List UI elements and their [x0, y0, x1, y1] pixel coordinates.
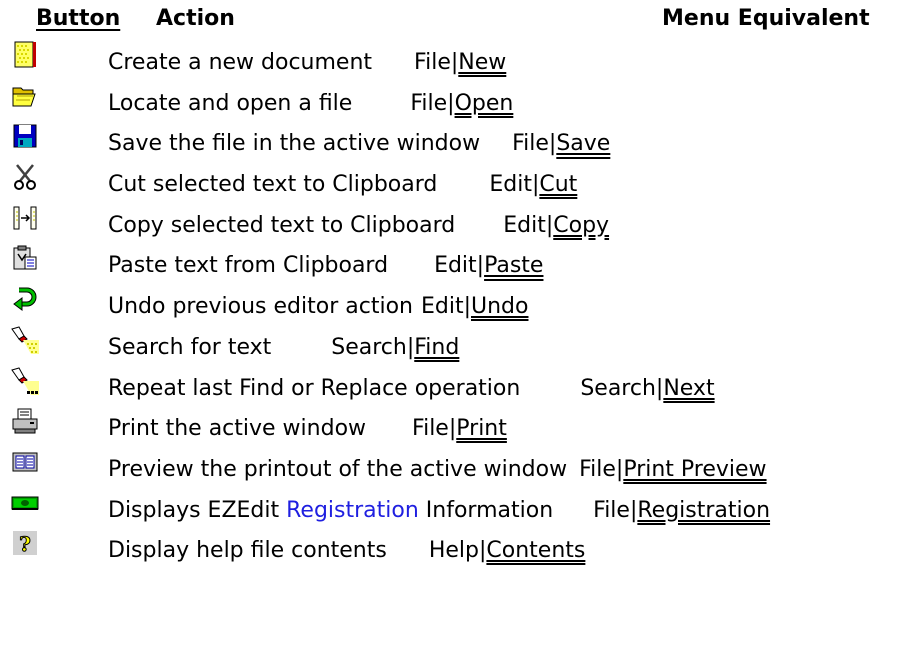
- list-item: ? Display help file contents Help|Content…: [0, 527, 915, 568]
- menu-link-print-preview[interactable]: Print Preview: [623, 457, 766, 482]
- row-text: Copy selected text to Clipboard Edit|Copy: [108, 212, 609, 240]
- menu-link-find[interactable]: Find: [414, 335, 459, 360]
- action-text: Cut selected text to Clipboard: [108, 172, 438, 198]
- list-item: Displays EZEdit Registration Information…: [0, 487, 915, 528]
- paste-icon: [11, 244, 39, 272]
- list-item: Paste text from Clipboard Edit|Paste: [0, 242, 915, 283]
- menu-link-contents[interactable]: Contents: [486, 538, 585, 563]
- action-text: Search for text: [108, 334, 272, 360]
- header-action: Action: [156, 6, 235, 31]
- money-icon: [11, 489, 39, 517]
- flashlight-icon: [11, 326, 39, 354]
- printer-icon: [11, 407, 39, 435]
- menu-link-registration[interactable]: Registration: [637, 498, 770, 523]
- row-text: Save the file in the active window File|S…: [108, 130, 610, 158]
- print-preview-icon: [11, 448, 39, 476]
- row-text: Repeat last Find or Replace operation Sea…: [108, 375, 715, 403]
- menu-link-cut[interactable]: Cut: [539, 172, 577, 197]
- list-item: Search for text Search|Find: [0, 324, 915, 365]
- flashlight-next-icon: [11, 366, 39, 395]
- open-folder-icon: [11, 82, 39, 110]
- action-text: Save the file in the active window: [108, 131, 481, 157]
- row-text: Undo previous editor action Edit|Undo: [108, 293, 528, 321]
- scissors-icon: [11, 163, 39, 191]
- action-text: Information: [418, 497, 554, 523]
- new-document-icon: [11, 41, 39, 69]
- menu-prefix: File|: [410, 90, 455, 116]
- action-text: Displays EZEdit: [108, 497, 287, 523]
- action-text: Print the active window: [108, 416, 367, 442]
- row-text: Preview the printout of the active windo…: [108, 456, 767, 484]
- menu-prefix: Search|: [331, 334, 415, 360]
- row-text: Search for text Search|Find: [108, 334, 459, 362]
- menu-prefix: Edit|: [503, 212, 554, 238]
- menu-prefix: Edit|: [434, 253, 485, 279]
- menu-prefix: Search|: [580, 375, 664, 401]
- floppy-disk-icon: [11, 122, 39, 150]
- menu-link-next[interactable]: Next: [663, 376, 714, 401]
- button-list: Create a new document File|New Locate and…: [0, 39, 915, 568]
- menu-prefix: File|: [414, 50, 459, 75]
- menu-link-save[interactable]: Save: [556, 131, 610, 156]
- menu-prefix: File|: [593, 497, 638, 523]
- menu-prefix: File|: [412, 416, 457, 442]
- row-text: Create a new document File|New: [108, 49, 506, 77]
- menu-link-open[interactable]: Open: [455, 91, 514, 116]
- list-item: Locate and open a file File|Open: [0, 80, 915, 121]
- menu-prefix: Edit|: [420, 294, 471, 320]
- list-item: Save the file in the active window File|S…: [0, 120, 915, 161]
- header-menu-equivalent: Menu Equivalent: [662, 6, 870, 31]
- undo-arrow-icon: [11, 285, 39, 313]
- action-text: Paste text from Clipboard: [108, 253, 389, 279]
- list-item: Repeat last Find or Replace operation Sea…: [0, 365, 915, 406]
- header-button: Button: [36, 6, 121, 31]
- registration-link[interactable]: Registration: [286, 498, 419, 523]
- action-text: Display help file contents: [108, 538, 387, 564]
- action-text: Undo previous editor action: [108, 294, 413, 320]
- action-text: Create a new document: [108, 50, 373, 75]
- list-item: Print the active window File|Print: [0, 405, 915, 446]
- row-text: Locate and open a file File|Open: [108, 90, 513, 118]
- action-text: Copy selected text to Clipboard: [108, 212, 456, 238]
- row-text: Cut selected text to Clipboard Edit|Cut: [108, 171, 577, 199]
- action-text: Preview the printout of the active windo…: [108, 456, 568, 482]
- menu-prefix: Edit|: [489, 172, 540, 198]
- table-header: Button Action Menu Equivalent: [0, 6, 915, 36]
- row-text: Displays EZEdit Registration Information…: [108, 497, 770, 525]
- menu-link-print[interactable]: Print: [456, 416, 507, 441]
- row-text: Display help file contents Help|Contents: [108, 537, 585, 565]
- row-text: Print the active window File|Print: [108, 415, 507, 443]
- menu-prefix: Help|: [428, 538, 487, 564]
- action-text: Locate and open a file: [108, 90, 353, 116]
- action-text: Repeat last Find or Replace operation: [108, 375, 521, 401]
- help-question-icon: ?: [11, 529, 39, 557]
- list-item: Cut selected text to Clipboard Edit|Cut: [0, 161, 915, 202]
- row-text: Paste text from Clipboard Edit|Paste: [108, 252, 543, 280]
- list-item: Preview the printout of the active windo…: [0, 446, 915, 487]
- menu-link-copy[interactable]: Copy: [553, 213, 609, 238]
- menu-link-new[interactable]: New: [458, 50, 506, 75]
- menu-link-undo[interactable]: Undo: [471, 294, 528, 319]
- menu-prefix: File|: [512, 131, 557, 157]
- copy-icon: [11, 204, 39, 232]
- menu-prefix: File|: [579, 456, 624, 482]
- list-item: Create a new document File|New: [0, 39, 915, 80]
- svg-text:?: ?: [19, 532, 31, 556]
- list-item: Copy selected text to Clipboard Edit|Copy: [0, 202, 915, 243]
- list-item: Undo previous editor action Edit|Undo: [0, 283, 915, 324]
- menu-link-paste[interactable]: Paste: [484, 253, 543, 278]
